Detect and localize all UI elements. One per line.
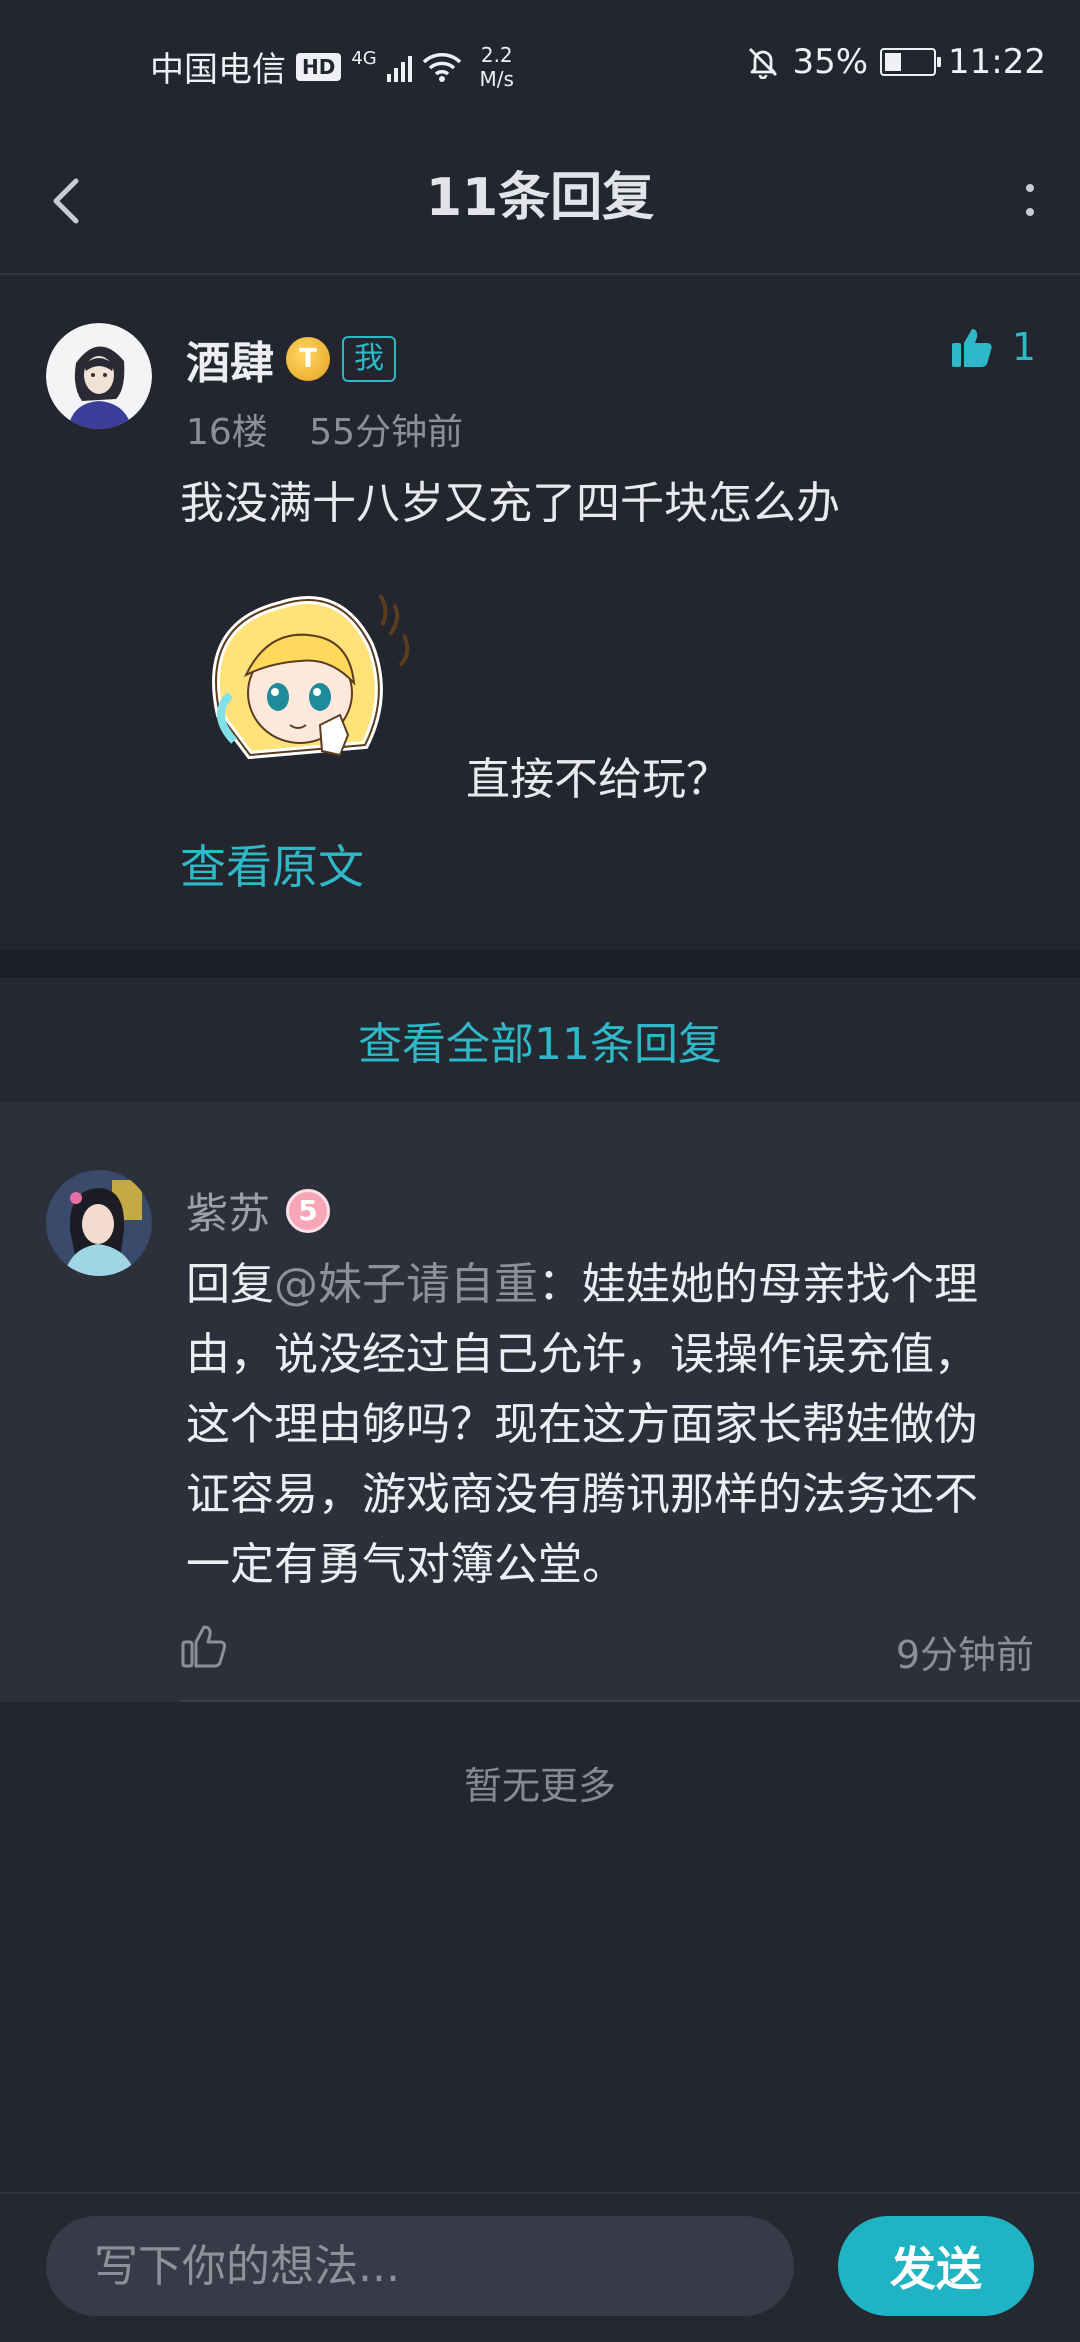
- author-row: 酒肆 T 我: [186, 327, 396, 391]
- reply-item: 紫苏 5 回复@妹子请自重：娃娃她的母亲找个理由，说没经过自己允许，误操作误充值…: [0, 1102, 1080, 1702]
- reply-author-name[interactable]: 紫苏: [186, 1180, 270, 1241]
- author-name[interactable]: 酒肆: [186, 327, 274, 391]
- post-text-after-sticker: 直接不给玩？: [466, 754, 730, 805]
- mention-link[interactable]: @妹子请自重: [274, 1259, 538, 1310]
- comment-input[interactable]: [46, 2216, 794, 2316]
- network-speed: 2.2 M/s: [472, 43, 522, 91]
- post-time: 55分钟前: [309, 412, 464, 453]
- reply-author-avatar-image: [46, 1170, 152, 1276]
- avatar[interactable]: [46, 1170, 152, 1276]
- reply-author-row: 紫苏 5: [186, 1180, 331, 1241]
- speed-unit: M/s: [479, 66, 514, 91]
- more-button[interactable]: [1020, 171, 1040, 231]
- signal-icon: [386, 52, 412, 82]
- level-badge: T: [286, 337, 330, 381]
- reply-text: 回复@妹子请自重：娃娃她的母亲找个理由，说没经过自己允许，误操作误充值，这个理由…: [186, 1250, 1016, 1600]
- author-avatar-image: [46, 323, 152, 429]
- network-type: 4G: [351, 47, 377, 69]
- section-divider: [0, 950, 1080, 978]
- battery-fill: [885, 53, 902, 71]
- carrier-name: 中国电信: [150, 50, 286, 90]
- more-vertical-icon: [1026, 184, 1034, 216]
- send-button[interactable]: 发送: [838, 2216, 1034, 2316]
- hd-badge: HD: [296, 52, 342, 81]
- original-comment: 酒肆 T 我 1 16楼 55分钟前 我没满十八岁又充了四千块怎么办 直接不给玩…: [0, 275, 1080, 950]
- reply-colon: ：: [538, 1259, 582, 1310]
- speed-value: 2.2: [480, 42, 513, 67]
- view-original-link[interactable]: 查看原文: [180, 831, 364, 897]
- post-like-button[interactable]: 1: [950, 325, 1036, 369]
- bell-off-icon: [749, 48, 778, 79]
- no-more-label: 暂无更多: [463, 1764, 616, 1808]
- avatar[interactable]: [46, 323, 152, 429]
- status-bar: 中国电信 HD 4G 2.2 M/s 35% 11:22: [0, 0, 1080, 135]
- post-text: 我没满十八岁又充了四千块怎么办: [180, 478, 840, 529]
- view-all-replies-link[interactable]: 查看全部11条回复: [0, 978, 1080, 1102]
- battery-charging-icon: [880, 48, 942, 76]
- clock: 11:22: [948, 42, 1046, 82]
- divider: [180, 1700, 1080, 1702]
- reply-level-badge: 5: [286, 1188, 331, 1233]
- battery-percent: 35%: [792, 42, 869, 82]
- anime-girl-sticker: [212, 593, 410, 760]
- status-left: 中国电信 HD 4G 2.2 M/s: [150, 42, 522, 91]
- reply-time: 9分钟前: [895, 1633, 1034, 1677]
- post-like-count: 1: [1011, 325, 1036, 369]
- sticker-image: [190, 565, 440, 805]
- post-meta: 16楼 55分钟前: [186, 403, 463, 455]
- thumbs-up-icon: [951, 329, 992, 367]
- comment-composer: 发送: [0, 2192, 1080, 2342]
- wifi-icon: [422, 52, 461, 82]
- floor-number: 16楼: [186, 412, 268, 453]
- reply-prefix: 回复: [186, 1259, 274, 1310]
- page-title: 11条回复: [425, 168, 655, 228]
- reply-like-button[interactable]: [180, 1622, 228, 1670]
- me-tag: 我: [342, 336, 396, 382]
- status-right: 35% 11:22: [746, 42, 1046, 82]
- thumbs-up-icon: [181, 1625, 227, 1668]
- top-nav: 11条回复: [0, 135, 1080, 275]
